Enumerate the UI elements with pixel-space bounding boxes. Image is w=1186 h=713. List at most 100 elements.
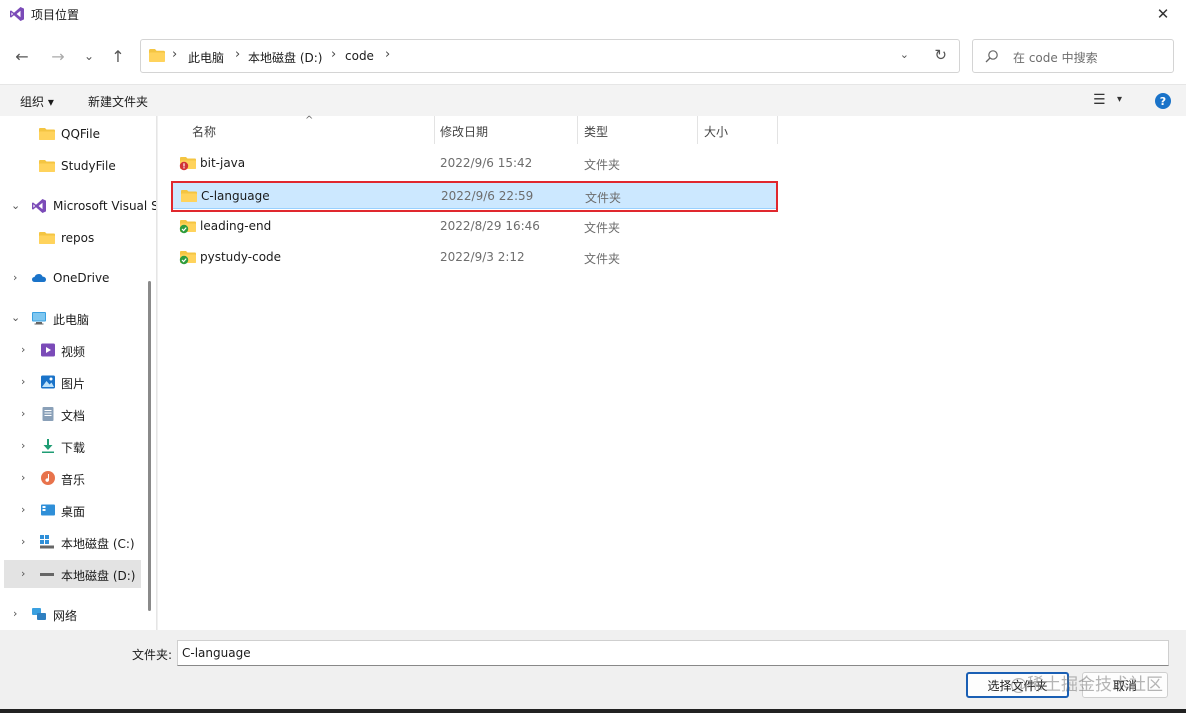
folder-icon bbox=[149, 49, 165, 62]
sidebar-item-onedrive[interactable]: › OneDrive bbox=[0, 264, 150, 292]
sidebar-item-label: QQFile bbox=[61, 127, 100, 141]
search-icon bbox=[985, 50, 998, 63]
table-row[interactable]: leading-end 2022/8/29 16:46 文件夹 bbox=[172, 212, 778, 240]
sidebar-item-label: OneDrive bbox=[53, 271, 110, 285]
breadcrumb-code[interactable]: code bbox=[345, 49, 374, 63]
breadcrumb-drive-d[interactable]: 本地磁盘 (D:) bbox=[248, 49, 322, 66]
refresh-icon[interactable]: ↻ bbox=[934, 46, 947, 64]
sidebar-item-label: 本地磁盘 (D:) bbox=[61, 569, 136, 583]
chevron-right-icon[interactable]: › bbox=[21, 471, 25, 484]
pictures-icon bbox=[41, 375, 55, 389]
folder-error-icon bbox=[179, 157, 196, 171]
column-header-type[interactable]: 类型 bbox=[584, 116, 608, 144]
sidebar-item-drive-d[interactable]: › 本地磁盘 (D:) bbox=[4, 560, 141, 588]
chevron-right-icon[interactable]: › bbox=[21, 375, 25, 388]
sidebar-item-network[interactable]: › 网络 bbox=[0, 600, 150, 628]
search-input[interactable]: 在 code 中搜索 bbox=[1013, 49, 1098, 66]
music-icon bbox=[41, 471, 55, 485]
chevron-down-icon[interactable]: ⌄ bbox=[11, 199, 20, 212]
sidebar-item-visual-studio[interactable]: ⌄ Microsoft Visual Studio bbox=[0, 192, 156, 220]
sidebar-item-label: 文档 bbox=[61, 409, 86, 423]
column-header-size[interactable]: 大小 bbox=[704, 116, 728, 144]
sidebar-item-studyfile[interactable]: StudyFile bbox=[0, 152, 150, 180]
cancel-button[interactable]: 取消 bbox=[1082, 672, 1168, 698]
organize-button[interactable]: 组织 ▾ bbox=[20, 93, 54, 110]
file-modified: 2022/9/3 2:12 bbox=[440, 250, 525, 264]
folder-name-input[interactable] bbox=[177, 640, 1169, 666]
file-name: leading-end bbox=[200, 219, 272, 233]
chevron-right-icon[interactable]: › bbox=[13, 271, 17, 284]
sidebar-item-repos[interactable]: repos bbox=[0, 224, 150, 252]
sidebar-item-downloads[interactable]: › 下载 bbox=[0, 432, 150, 460]
chevron-right-icon[interactable]: › bbox=[21, 439, 25, 452]
table-row[interactable]: bit-java 2022/9/6 15:42 文件夹 bbox=[172, 149, 778, 177]
network-icon bbox=[32, 608, 46, 620]
breadcrumb-separator: › bbox=[331, 47, 337, 62]
navigation-bar: ← → ⌄ ↑ › 此电脑 › 本地磁盘 (D:) › code › ⌄ ↻ 在… bbox=[0, 28, 1186, 84]
sidebar-item-label: 音乐 bbox=[61, 473, 86, 487]
back-button[interactable]: ← bbox=[10, 44, 34, 68]
chevron-right-icon[interactable]: › bbox=[21, 503, 25, 516]
chevron-right-icon[interactable]: › bbox=[13, 607, 17, 620]
column-header-name[interactable]: 名称 bbox=[192, 116, 216, 144]
help-icon[interactable]: ? bbox=[1155, 93, 1171, 109]
file-list: 名称 ^ 修改日期 类型 大小 bit-java 2022/9/6 15:42 … bbox=[158, 115, 1186, 630]
breadcrumb-separator: › bbox=[235, 47, 241, 62]
new-folder-button[interactable]: 新建文件夹 bbox=[88, 93, 148, 110]
breadcrumb-separator: › bbox=[385, 47, 391, 62]
chevron-right-icon[interactable]: › bbox=[21, 343, 25, 356]
table-row[interactable]: pystudy-code 2022/9/3 2:12 文件夹 bbox=[172, 243, 778, 271]
drive-d-icon bbox=[40, 573, 54, 576]
desktop-icon bbox=[41, 504, 55, 516]
title-bar: 项目位置 ✕ bbox=[0, 0, 1186, 28]
sidebar-item-this-pc[interactable]: ⌄ 此电脑 bbox=[0, 304, 150, 332]
video-icon bbox=[41, 343, 55, 357]
sidebar-item-label: 视频 bbox=[61, 345, 86, 359]
chevron-right-icon[interactable]: › bbox=[21, 407, 25, 420]
select-folder-button[interactable]: 选择文件夹 bbox=[966, 672, 1069, 698]
sidebar-item-qqfile[interactable]: QQFile bbox=[0, 120, 150, 148]
chevron-right-icon[interactable]: › bbox=[21, 535, 25, 548]
taskbar-edge bbox=[0, 709, 1186, 713]
sidebar-scrollbar[interactable] bbox=[148, 281, 151, 611]
column-divider[interactable] bbox=[697, 116, 698, 144]
folder-icon bbox=[39, 160, 55, 172]
column-divider[interactable] bbox=[434, 116, 435, 144]
up-button[interactable]: ↑ bbox=[106, 44, 130, 68]
search-box[interactable]: 在 code 中搜索 bbox=[972, 39, 1174, 73]
file-name: pystudy-code bbox=[200, 250, 282, 264]
chevron-down-icon[interactable]: ⌄ bbox=[11, 311, 20, 324]
sidebar-item-label: 下载 bbox=[61, 441, 86, 455]
column-divider[interactable] bbox=[777, 116, 778, 144]
sidebar-item-desktop[interactable]: › 桌面 bbox=[0, 496, 150, 524]
sidebar-item-label: 此电脑 bbox=[53, 313, 90, 327]
close-icon: ✕ bbox=[1156, 5, 1170, 23]
arrow-up-icon: ↑ bbox=[111, 46, 125, 66]
sidebar-item-music[interactable]: › 音乐 bbox=[0, 464, 150, 492]
folder-synced-icon bbox=[179, 251, 196, 265]
column-divider[interactable] bbox=[577, 116, 578, 144]
sidebar-item-label: 桌面 bbox=[61, 505, 86, 519]
sidebar-item-pictures[interactable]: › 图片 bbox=[0, 368, 150, 396]
column-header-modified[interactable]: 修改日期 bbox=[440, 116, 488, 144]
folder-icon bbox=[39, 128, 55, 140]
view-dropdown-icon[interactable]: ▾ bbox=[1117, 94, 1122, 105]
recent-locations-button[interactable]: ⌄ bbox=[77, 44, 101, 68]
onedrive-icon bbox=[32, 274, 46, 282]
folder-label: 文件夹: bbox=[132, 648, 173, 662]
close-button[interactable]: ✕ bbox=[1140, 0, 1186, 28]
address-bar[interactable]: › 此电脑 › 本地磁盘 (D:) › code › ⌄ ↻ bbox=[140, 39, 960, 73]
breadcrumb-separator: › bbox=[172, 47, 178, 62]
address-dropdown-icon[interactable]: ⌄ bbox=[900, 48, 909, 61]
breadcrumb-this-pc[interactable]: 此电脑 bbox=[188, 49, 224, 66]
view-list-icon[interactable]: ☰ bbox=[1093, 92, 1106, 108]
sidebar-item-label: 网络 bbox=[53, 609, 78, 623]
sidebar-item-drive-c[interactable]: › 本地磁盘 (C:) bbox=[0, 528, 150, 556]
sidebar-item-videos[interactable]: › 视频 bbox=[0, 336, 150, 364]
chevron-right-icon[interactable]: › bbox=[21, 567, 25, 580]
forward-button[interactable]: → bbox=[46, 44, 70, 68]
sidebar-item-label: Microsoft Visual Studio bbox=[53, 199, 156, 213]
file-type: 文件夹 bbox=[584, 158, 621, 172]
sidebar-item-documents[interactable]: › 文档 bbox=[0, 400, 150, 428]
download-icon bbox=[42, 439, 54, 453]
